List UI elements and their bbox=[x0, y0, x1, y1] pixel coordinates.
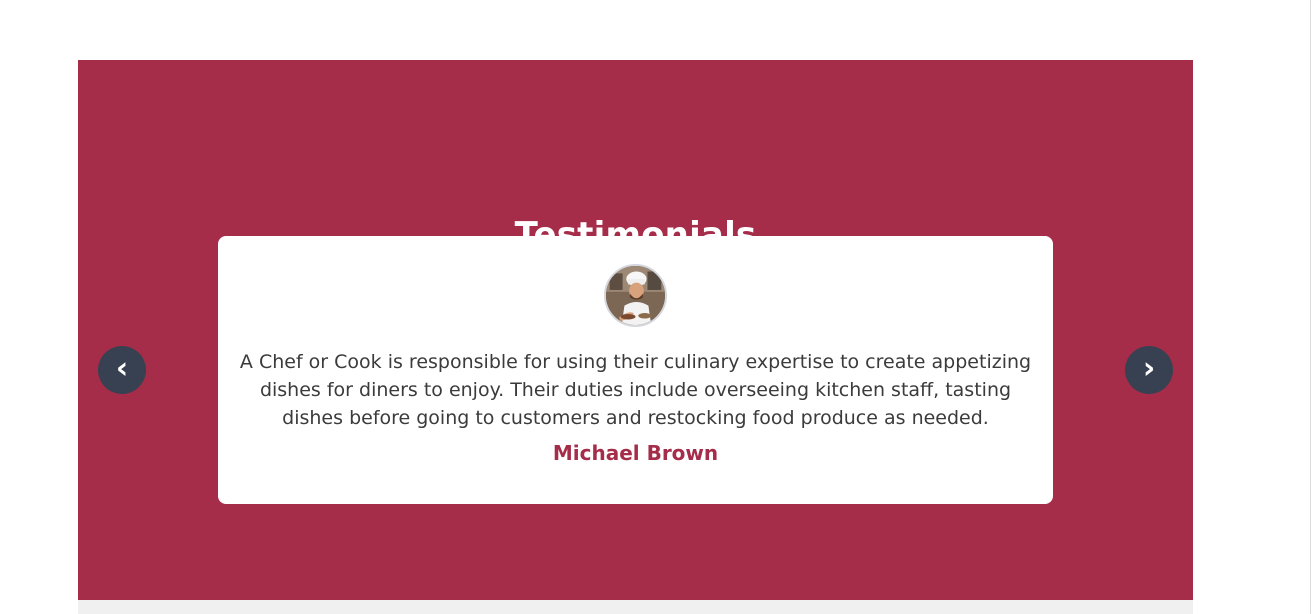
chevron-left-icon: ‹ bbox=[115, 351, 129, 386]
carousel-prev-button[interactable]: ‹ bbox=[98, 346, 146, 394]
chef-avatar-icon bbox=[606, 266, 665, 325]
testimonial-quote: A Chef or Cook is responsible for using … bbox=[239, 351, 1032, 429]
testimonial-card: A Chef or Cook is responsible for using … bbox=[218, 236, 1053, 504]
page: Testimonials A Chef or Cook is responsib… bbox=[0, 0, 1313, 614]
scrollbar-edge bbox=[1310, 0, 1311, 614]
avatar bbox=[604, 264, 667, 327]
testimonial-author: Michael Brown bbox=[552, 441, 719, 465]
footer-strip bbox=[78, 600, 1193, 614]
carousel-next-button[interactable]: › bbox=[1125, 346, 1173, 394]
testimonials-section: Testimonials A Chef or Cook is responsib… bbox=[78, 60, 1193, 600]
chevron-right-icon: › bbox=[1142, 351, 1156, 386]
